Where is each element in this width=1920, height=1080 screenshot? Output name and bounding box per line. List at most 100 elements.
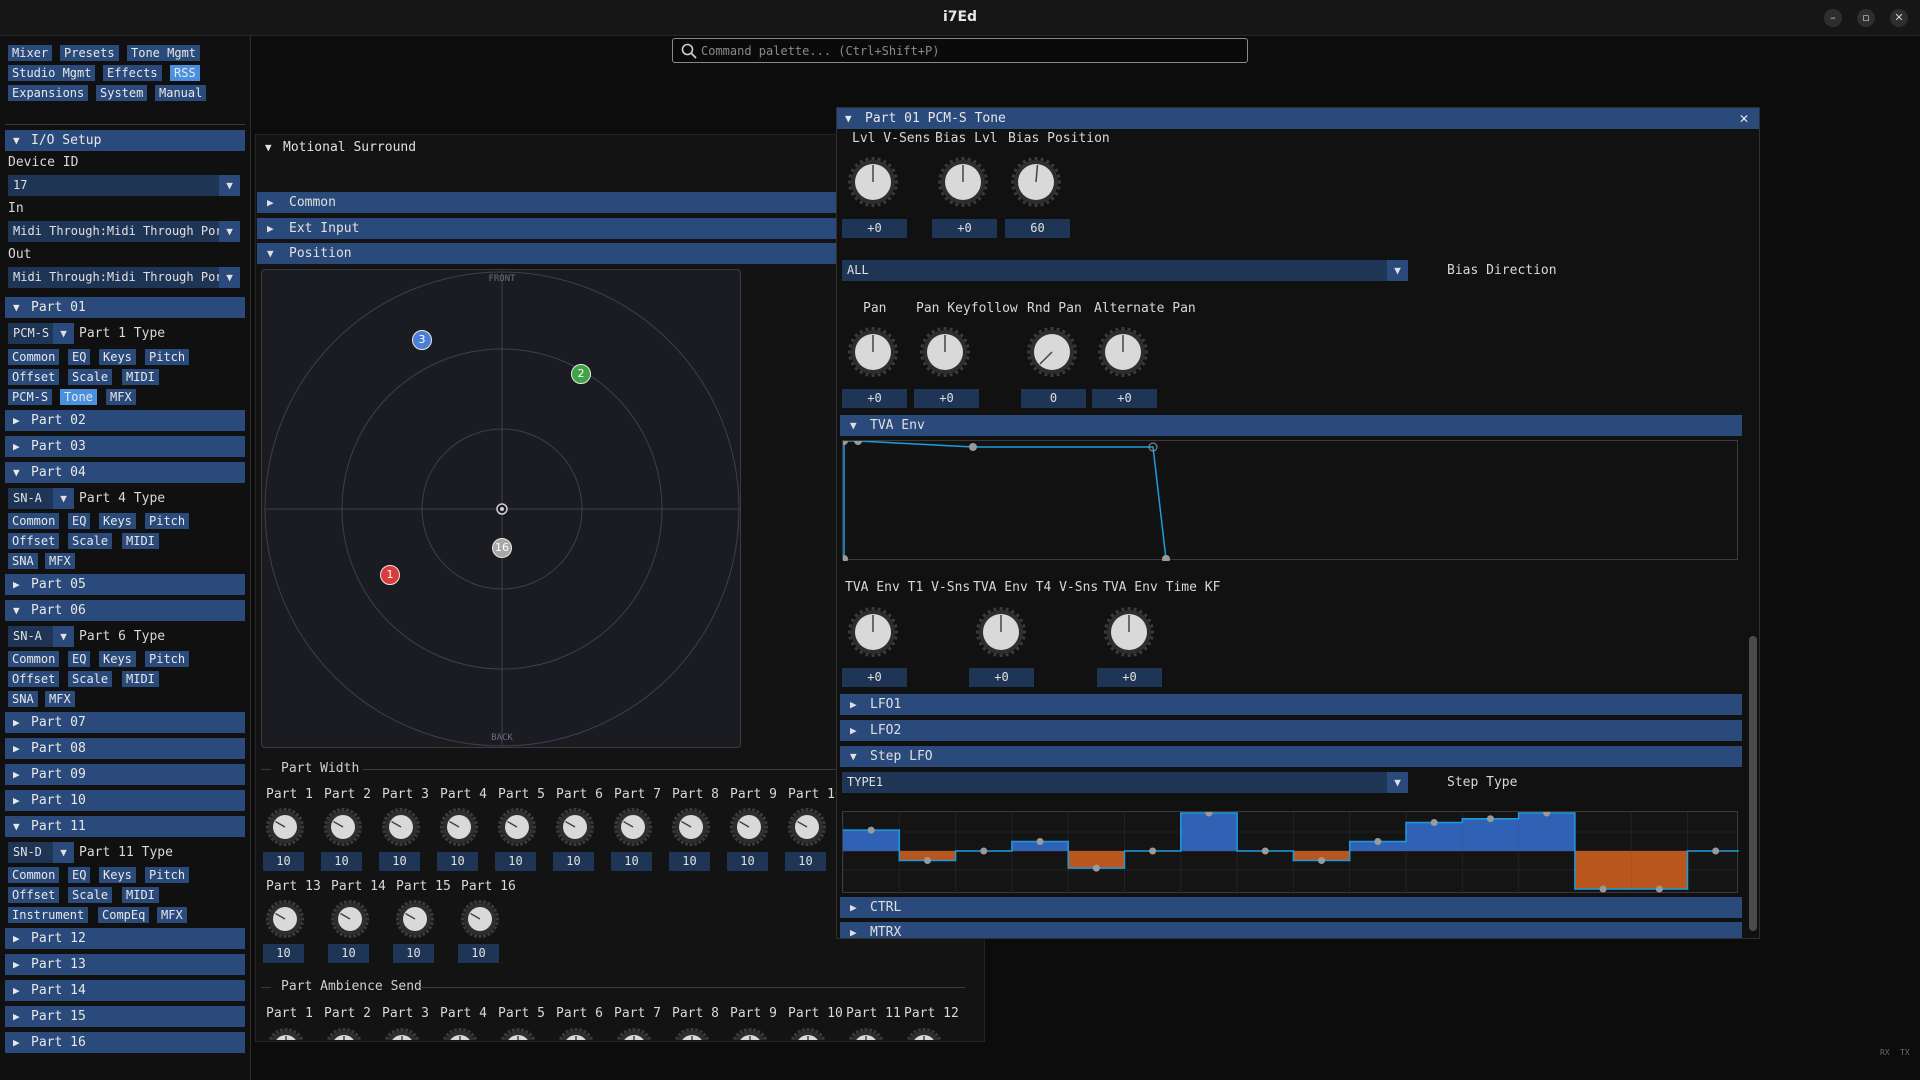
part-11-header[interactable]: ▼ Part 11 <box>5 816 245 837</box>
part-10-header[interactable]: ▶ Part 10 <box>5 790 245 811</box>
part-width-value[interactable]: 10 <box>785 852 826 871</box>
part-width-value[interactable]: 10 <box>669 852 710 871</box>
part-06-midi-button[interactable]: MIDI <box>122 671 159 687</box>
minimize-button[interactable]: – <box>1824 9 1842 27</box>
part-04-midi-button[interactable]: MIDI <box>122 533 159 549</box>
part-width-knob[interactable] <box>497 807 537 851</box>
part-01-header[interactable]: ▼ Part 01 <box>5 297 245 318</box>
close-icon[interactable]: ✕ <box>1735 109 1753 127</box>
part-14-header[interactable]: ▶ Part 14 <box>5 980 245 1001</box>
device-id-select[interactable]: 17 ▼ <box>8 175 240 196</box>
part-01-mfx-button[interactable]: MFX <box>106 389 136 405</box>
ambience-knob[interactable] <box>382 1027 422 1040</box>
part-01-pcms-button[interactable]: PCM-S <box>8 389 53 405</box>
surround-position-pad[interactable]: FRONT BACK 3 2 1 16 <box>261 269 741 748</box>
bias-lvl-value[interactable]: +0 <box>932 219 997 238</box>
part-06-mfx-button[interactable]: MFX <box>45 691 75 707</box>
part-11-pitch-button[interactable]: Pitch <box>145 867 190 883</box>
ambience-knob[interactable] <box>730 1027 770 1040</box>
bias-lvl-knob[interactable] <box>937 156 989 212</box>
lvl-v-sens-value[interactable]: +0 <box>842 219 907 238</box>
part-width-knob[interactable] <box>265 807 305 851</box>
surround-ext-input-header[interactable]: ▶ Ext Input <box>257 218 837 239</box>
part-11-scale-button[interactable]: Scale <box>68 887 113 903</box>
part-11-type-select[interactable]: SN-D ▼ <box>8 842 74 863</box>
tone-window-scrollbar[interactable] <box>1749 636 1757 931</box>
midi-in-select[interactable]: Midi Through:Midi Through Port ▼ <box>8 221 240 242</box>
part-03-header[interactable]: ▶ Part 03 <box>5 436 245 457</box>
tone-window-title[interactable]: ▼ Part 01 PCM-S Tone <box>837 108 1759 129</box>
part-11-keys-button[interactable]: Keys <box>99 867 136 883</box>
nav-studio-mgmt-button[interactable]: Studio Mgmt <box>8 65 96 81</box>
part-11-offset-button[interactable]: Offset <box>8 887 60 903</box>
part-06-offset-button[interactable]: Offset <box>8 671 60 687</box>
command-palette-input[interactable] <box>701 42 1221 60</box>
tva-envelope-editor[interactable] <box>840 437 1738 563</box>
tva-env-t1-v-sns-value[interactable]: +0 <box>842 668 907 687</box>
alternate-pan-value[interactable]: +0 <box>1092 389 1157 408</box>
maximize-button[interactable]: ▫ <box>1857 9 1875 27</box>
part-01-tone-button[interactable]: Tone <box>60 389 97 405</box>
part-width-knob[interactable] <box>265 899 305 943</box>
part-11-mfx-button[interactable]: MFX <box>157 907 187 923</box>
part-width-knob[interactable] <box>439 807 479 851</box>
pan-keyfollow-value[interactable]: +0 <box>914 389 979 408</box>
part-04-pitch-button[interactable]: Pitch <box>145 513 190 529</box>
ambience-knob[interactable] <box>266 1027 306 1040</box>
part-08-header[interactable]: ▶ Part 08 <box>5 738 245 759</box>
part-width-knob[interactable] <box>671 807 711 851</box>
nav-presets-button[interactable]: Presets <box>60 45 119 61</box>
surround-position-header[interactable]: ▼ Position <box>257 243 837 264</box>
nav-system-button[interactable]: System <box>96 85 148 101</box>
io-setup-header[interactable]: ▼ I/O Setup <box>5 130 245 151</box>
part-04-header[interactable]: ▼ Part 04 <box>5 462 245 483</box>
nav-expansions-button[interactable]: Expansions <box>8 85 89 101</box>
part-width-knob[interactable] <box>729 807 769 851</box>
step-type-select[interactable]: TYPE1 ▼ <box>842 772 1408 793</box>
part-width-value[interactable]: 10 <box>321 852 362 871</box>
ambience-knob[interactable] <box>324 1027 364 1040</box>
part-width-value[interactable]: 10 <box>263 944 304 963</box>
part-01-eq-button[interactable]: EQ <box>68 349 91 365</box>
bias-position-knob[interactable] <box>1010 156 1062 212</box>
part-04-keys-button[interactable]: Keys <box>99 513 136 529</box>
part-width-knob[interactable] <box>330 899 370 943</box>
part-width-value[interactable]: 10 <box>495 852 536 871</box>
ambience-knob[interactable] <box>556 1027 596 1040</box>
part-width-knob[interactable] <box>613 807 653 851</box>
part-11-instrument-button[interactable]: Instrument <box>8 907 89 923</box>
part-width-value[interactable]: 10 <box>727 852 768 871</box>
tva-env-t4-v-sns-knob[interactable] <box>975 606 1027 662</box>
ambience-knob[interactable] <box>498 1027 538 1040</box>
bias-position-value[interactable]: 60 <box>1005 219 1070 238</box>
part-3-marker[interactable]: 3 <box>412 330 432 350</box>
bias-direction-select[interactable]: ALL ▼ <box>842 260 1408 281</box>
step-lfo-header[interactable]: ▼ Step LFO <box>840 746 1742 767</box>
part-16-marker[interactable]: 16 <box>492 538 512 558</box>
part-04-scale-button[interactable]: Scale <box>68 533 113 549</box>
part-width-value[interactable]: 10 <box>437 852 478 871</box>
part-01-scale-button[interactable]: Scale <box>68 369 113 385</box>
part-06-common-button[interactable]: Common <box>8 651 60 667</box>
part-01-midi-button[interactable]: MIDI <box>122 369 159 385</box>
pan-value[interactable]: +0 <box>842 389 907 408</box>
part-2-marker[interactable]: 2 <box>571 364 591 384</box>
part-06-eq-button[interactable]: EQ <box>68 651 91 667</box>
part-width-value[interactable]: 10 <box>328 944 369 963</box>
part-04-sna-button[interactable]: SNA <box>8 553 38 569</box>
part-04-common-button[interactable]: Common <box>8 513 60 529</box>
part-11-eq-button[interactable]: EQ <box>68 867 91 883</box>
part-01-offset-button[interactable]: Offset <box>8 369 60 385</box>
pan-keyfollow-knob[interactable] <box>919 326 971 382</box>
ambience-knob[interactable] <box>440 1027 480 1040</box>
nav-manual-button[interactable]: Manual <box>155 85 207 101</box>
part-12-header[interactable]: ▶ Part 12 <box>5 928 245 949</box>
lfo1-header[interactable]: ▶ LFO1 <box>840 694 1742 715</box>
ctrl-header[interactable]: ▶ CTRL <box>840 897 1742 918</box>
part-width-value[interactable]: 10 <box>379 852 420 871</box>
part-01-common-button[interactable]: Common <box>8 349 60 365</box>
part-width-value[interactable]: 10 <box>611 852 652 871</box>
part-04-type-select[interactable]: SN-A ▼ <box>8 488 74 509</box>
ambience-knob[interactable] <box>788 1027 828 1040</box>
tva-env-header[interactable]: ▼ TVA Env <box>840 415 1742 436</box>
